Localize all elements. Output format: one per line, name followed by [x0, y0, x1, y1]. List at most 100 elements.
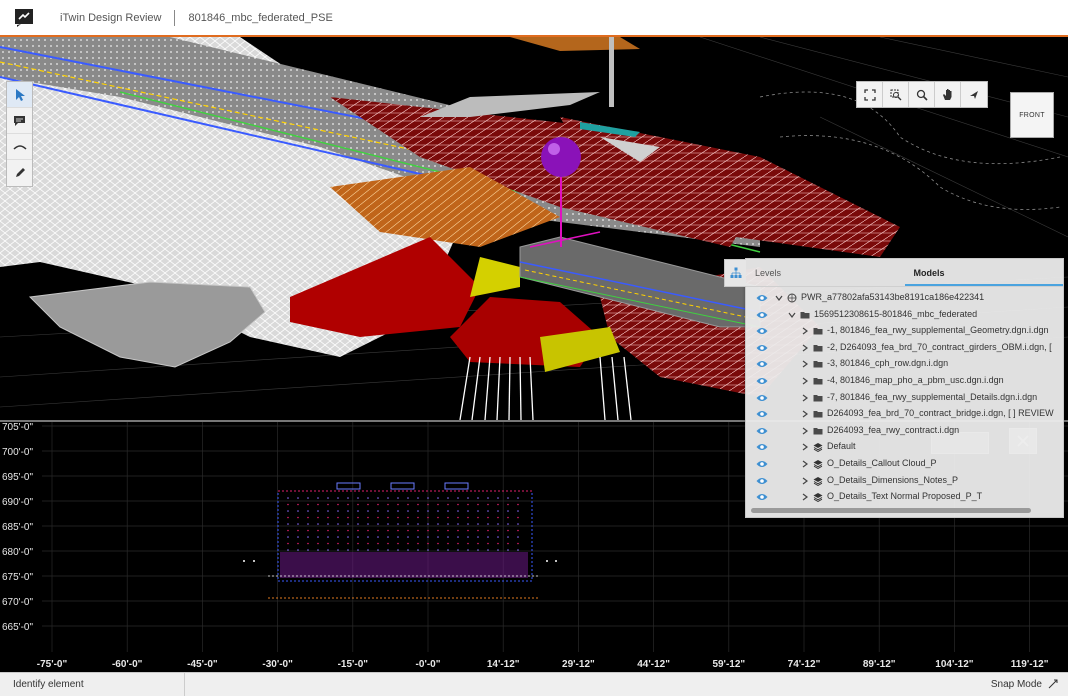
tree-node-label: -1, 801846_fea_rwy_supplemental_Geometry… [827, 325, 1049, 336]
tree-node-label: PWR_a77802afa53143be8191ca186e422341 [801, 292, 985, 302]
visibility-eye-icon[interactable] [756, 476, 768, 486]
chevron-right-icon[interactable] [801, 477, 809, 485]
tree-node[interactable]: -2, D264093_fea_brd_70_contract_girders_… [746, 340, 1063, 357]
folder-icon [813, 393, 823, 403]
tree-node[interactable]: O_Details_Text Normal Proposed_P_T [746, 489, 1063, 506]
panel-tabs: Levels Models [746, 259, 1063, 287]
folder-icon [813, 426, 823, 436]
markup-pencil-icon[interactable] [7, 160, 32, 186]
tab-models[interactable]: Models [904, 259, 1063, 286]
app-title: iTwin Design Review [60, 11, 162, 24]
pan-hand-icon[interactable] [935, 82, 961, 107]
app-logo-icon[interactable] [13, 7, 35, 29]
x-axis-tick-label: -60'-0" [112, 659, 143, 670]
view-cube[interactable]: FRONT [1010, 92, 1054, 138]
visibility-eye-icon[interactable] [756, 359, 768, 369]
tree-node[interactable]: O_Details_Callout Cloud_P [746, 456, 1063, 473]
x-axis-tick-label: 104'-12" [935, 659, 974, 670]
models-panel: Levels Models PWR_a77802afa53143be8191ca… [724, 258, 1064, 518]
visibility-eye-icon[interactable] [756, 376, 768, 386]
folder-icon [813, 359, 823, 369]
navigation-toolbar [856, 81, 988, 108]
y-axis-tick-label: 665'-0" [2, 622, 33, 633]
folder-icon [813, 326, 823, 336]
chevron-right-icon[interactable] [801, 427, 809, 435]
folder-icon [813, 376, 823, 386]
tree-node[interactable]: 1569512308615-801846_mbc_federated [746, 307, 1063, 324]
chevron-right-icon[interactable] [801, 493, 809, 501]
rotate-walk-icon[interactable] [961, 82, 987, 107]
layers-icon [813, 459, 823, 469]
window-area-zoom-icon[interactable] [883, 82, 909, 107]
tree-node-label: -3, 801846_cph_row.dgn.i.dgn [827, 358, 949, 369]
visibility-eye-icon[interactable] [756, 492, 768, 502]
tab-levels[interactable]: Levels [746, 259, 905, 286]
tree-node[interactable]: -3, 801846_cph_row.dgn.i.dgn [746, 356, 1063, 373]
visibility-eye-icon[interactable] [756, 293, 768, 303]
visibility-eye-icon[interactable] [756, 393, 768, 403]
x-axis-tick-label: 59'-12" [712, 659, 745, 670]
y-axis-tick-label: 675'-0" [2, 572, 33, 583]
visibility-eye-icon[interactable] [756, 343, 768, 353]
tool-prompt: Identify element [13, 672, 185, 696]
chevron-right-icon[interactable] [801, 443, 809, 451]
tree-node[interactable]: D264093_fea_brd_70_contract_bridge.i.dgn… [746, 406, 1063, 423]
chevron-down-icon[interactable] [788, 311, 796, 319]
zoom-icon[interactable] [909, 82, 935, 107]
chevron-right-icon[interactable] [801, 460, 809, 468]
tree-node-label: Default [827, 441, 856, 452]
horizontal-scrollbar[interactable] [751, 508, 1031, 513]
x-axis-tick-label: -30'-0" [262, 659, 293, 670]
select-tool-icon[interactable] [7, 82, 32, 108]
tree-node-label: -4, 801846_map_pho_a_pbm_usc.dgn.i.dgn [827, 374, 1004, 385]
x-axis-tick-label: 74'-12" [788, 659, 821, 670]
y-axis-tick-label: 700'-0" [2, 447, 33, 458]
x-axis-tick-label: 89'-12" [863, 659, 896, 670]
chevron-right-icon[interactable] [801, 377, 809, 385]
chevron-right-icon[interactable] [801, 410, 809, 418]
tree-node[interactable]: D264093_fea_rwy_contract.i.dgn [746, 423, 1063, 440]
measure-distance-icon[interactable] [7, 134, 32, 160]
header-divider [174, 9, 176, 26]
tree-node-label: D264093_fea_rwy_contract.i.dgn [827, 424, 960, 435]
y-axis-tick-label: 695'-0" [2, 472, 33, 483]
hierarchy-icon[interactable] [724, 259, 746, 287]
tree-node-label: O_Details_Callout Cloud_P [827, 457, 937, 468]
chevron-right-icon[interactable] [801, 344, 809, 352]
chevron-right-icon[interactable] [801, 360, 809, 368]
chevron-down-icon[interactable] [775, 294, 783, 302]
visibility-eye-icon[interactable] [756, 409, 768, 419]
tree-node[interactable]: -7, 801846_fea_rwy_supplemental_Details.… [746, 390, 1063, 407]
tree-node[interactable]: O_Details_Dimensions_Notes_P [746, 473, 1063, 490]
layers-icon [813, 476, 823, 486]
snap-mode-icon[interactable] [1048, 679, 1058, 689]
x-axis-tick-label: 29'-12" [562, 659, 595, 670]
visibility-eye-icon[interactable] [756, 426, 768, 436]
snap-mode-label[interactable]: Snap Mode [991, 679, 1042, 690]
x-axis-tick-label: 119'-12" [1011, 659, 1049, 670]
visibility-eye-icon[interactable] [756, 310, 768, 320]
y-axis-tick-label: 705'-0" [2, 422, 33, 433]
chevron-right-icon[interactable] [801, 327, 809, 335]
status-bar: Identify element Snap Mode [0, 672, 1068, 696]
comment-tool-icon[interactable] [7, 108, 32, 134]
visibility-eye-icon[interactable] [756, 326, 768, 336]
x-axis-tick-label: -45'-0" [187, 659, 218, 670]
y-axis-tick-label: 670'-0" [2, 597, 33, 608]
tree-node-label: O_Details_Dimensions_Notes_P [827, 474, 959, 485]
tree-node-label: 1569512308615-801846_mbc_federated [814, 308, 978, 319]
x-axis-tick-label: -15'-0" [338, 659, 369, 670]
tree-node[interactable]: PWR_a77802afa53143be8191ca186e422341 [746, 290, 1063, 307]
left-toolbar [6, 81, 33, 187]
visibility-eye-icon[interactable] [756, 442, 768, 452]
tree-node[interactable]: -4, 801846_map_pho_a_pbm_usc.dgn.i.dgn [746, 373, 1063, 390]
project-name: 801846_mbc_federated_PSE [188, 11, 333, 24]
visibility-eye-icon[interactable] [756, 459, 768, 469]
tree-node-label: O_Details_Text Normal Proposed_P_T [827, 491, 983, 502]
tree-node[interactable]: -1, 801846_fea_rwy_supplemental_Geometry… [746, 323, 1063, 340]
tree-node-label: D264093_fea_brd_70_contract_bridge.i.dgn… [827, 408, 1054, 419]
tree-node[interactable]: Default [746, 439, 1063, 456]
chevron-right-icon[interactable] [801, 394, 809, 402]
fit-view-icon[interactable] [857, 82, 883, 107]
folder-icon [800, 310, 810, 320]
